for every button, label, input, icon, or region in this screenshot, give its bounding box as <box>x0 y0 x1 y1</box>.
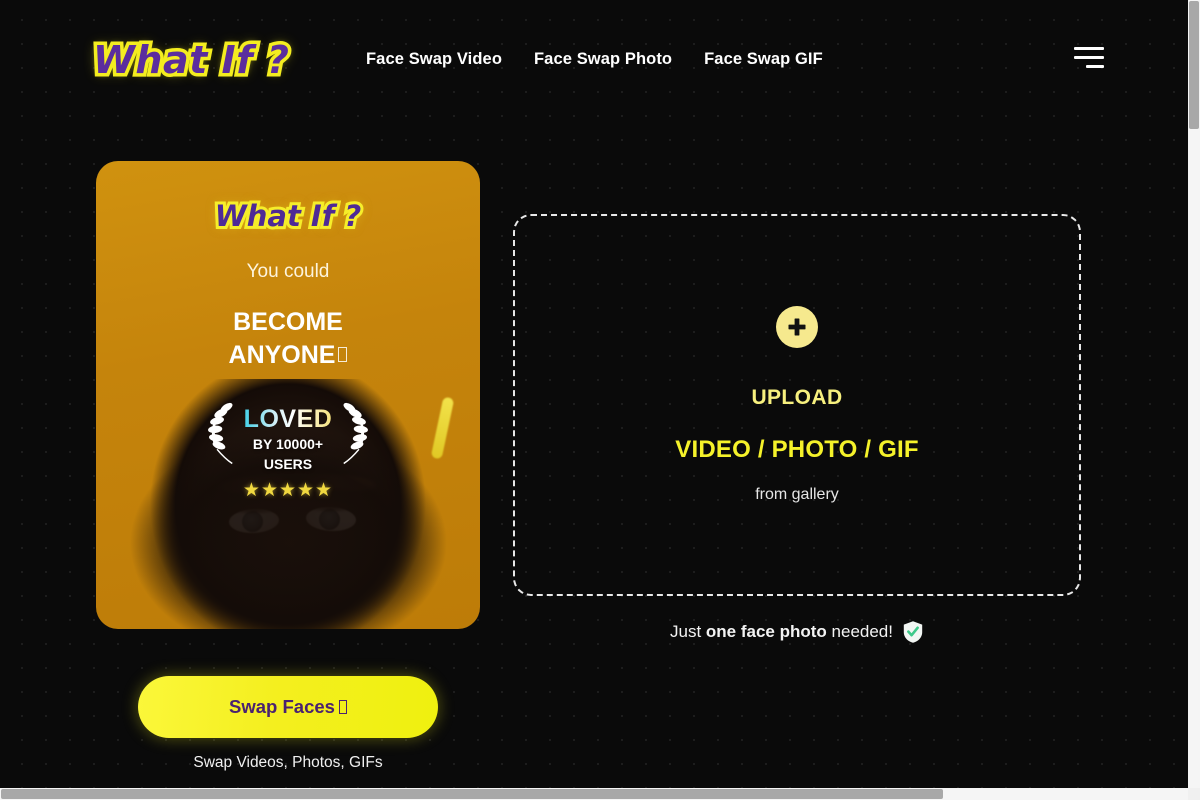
swap-faces-button[interactable]: Swap Faces <box>138 676 438 738</box>
hamburger-bar-1 <box>1074 46 1104 50</box>
badge-text-group: LOVED BY 10000+ USERS ★★★★★ <box>243 399 333 502</box>
missing-glyph-box <box>338 346 348 362</box>
plus-icon[interactable] <box>776 306 818 348</box>
promo-card-content: What If ? You could BECOME ANYONE <box>96 161 480 371</box>
note-emphasis: one face photo <box>705 622 827 641</box>
vertical-scrollbar-thumb[interactable] <box>1189 1 1199 129</box>
promo-card-headline: BECOME ANYONE <box>96 306 480 371</box>
note-prefix: Just <box>670 622 706 641</box>
dropzone-types-label: VIDEO / PHOTO / GIF <box>675 436 919 463</box>
star-rating: ★★★★★ <box>242 480 334 501</box>
note-text: Just one face photo needed! <box>670 622 893 642</box>
promo-card[interactable]: What If ? You could BECOME ANYONE LOVED … <box>96 161 480 629</box>
promo-headline-line-2: ANYONE <box>96 339 480 372</box>
main-navigation: Face Swap Video Face Swap Photo Face Swa… <box>366 48 823 71</box>
badge-users-line-1: BY 10000+ <box>252 436 324 452</box>
site-header: What If ? Face Swap Video Face Swap Phot… <box>0 0 1188 118</box>
nav-item-face-swap-gif[interactable]: Face Swap GIF <box>704 48 823 71</box>
promo-headline-line-1: BECOME <box>233 308 343 336</box>
swap-faces-button-label: Swap Faces <box>229 696 335 717</box>
promo-card-logo: What If ? <box>212 196 365 236</box>
scrollbar-corner <box>1188 788 1200 800</box>
one-photo-note: Just one face photo needed! <box>513 620 1081 644</box>
promo-card-subtitle: You could <box>246 261 330 282</box>
site-logo[interactable]: What If ? <box>89 35 292 86</box>
hamburger-bar-2 <box>1074 55 1104 59</box>
hamburger-bar-3 <box>1086 64 1104 68</box>
laurel-wreath-right-icon <box>343 402 369 465</box>
page-viewport: What If ? Face Swap Video Face Swap Phot… <box>0 0 1188 788</box>
upload-dropzone[interactable]: UPLOAD VIDEO / PHOTO / GIF from gallery <box>513 214 1081 596</box>
vertical-scrollbar[interactable] <box>1188 0 1200 788</box>
dropzone-from-label: from gallery <box>755 486 839 503</box>
nav-item-face-swap-photo[interactable]: Face Swap Photo <box>534 48 672 71</box>
swap-caption: Swap Videos, Photos, GIFs <box>193 754 383 771</box>
note-suffix: needed! <box>826 622 893 641</box>
badge-users-line-2: USERS <box>263 455 313 472</box>
laurel-wreath-left-icon <box>207 402 233 465</box>
loved-badge: LOVED BY 10000+ USERS ★★★★★ <box>96 399 480 502</box>
horizontal-scrollbar[interactable] <box>0 788 1200 800</box>
shield-check-icon <box>903 621 923 643</box>
badge-loved-label: LOVED <box>243 405 333 433</box>
nav-item-face-swap-video[interactable]: Face Swap Video <box>366 48 502 71</box>
hamburger-menu-icon[interactable] <box>1074 44 1104 70</box>
dropzone-upload-label: UPLOAD <box>751 386 843 409</box>
horizontal-scrollbar-thumb[interactable] <box>1 789 943 799</box>
missing-glyph-box <box>338 700 347 714</box>
